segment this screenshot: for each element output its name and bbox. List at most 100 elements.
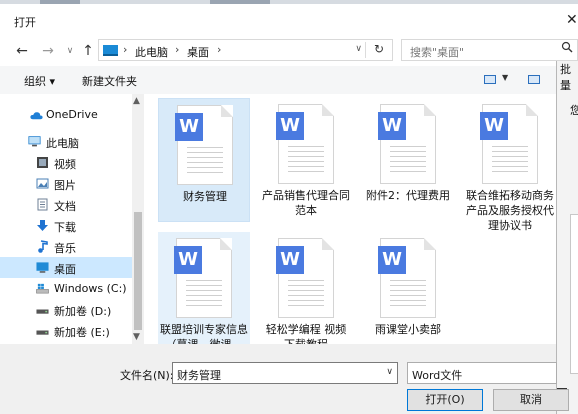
sidebar-item-label: OneDrive — [46, 108, 98, 121]
drive-icon — [36, 309, 49, 314]
file-name: 联合维拓移动商务产品及服务授权代理协议书 — [466, 189, 554, 232]
change-view-icon[interactable] — [484, 75, 496, 84]
sidebar-item-drive-e[interactable]: 新加卷 (E:) — [0, 320, 132, 341]
word-badge: W — [175, 113, 203, 141]
search-input[interactable]: 搜索"桌面" — [401, 39, 578, 61]
sidebar-item-onedrive[interactable]: OneDrive — [0, 104, 132, 125]
sidebar-item-label: Windows (C:) — [54, 282, 127, 295]
sidebar-item-music[interactable]: 音乐 — [0, 236, 132, 257]
file-name: 雨课堂小卖部 — [375, 323, 441, 336]
drive-icon — [36, 330, 49, 335]
view-options-dropdown[interactable]: ▼ — [502, 73, 508, 82]
file-tile[interactable]: W 财务管理 — [158, 98, 250, 222]
search-icon[interactable] — [561, 41, 573, 53]
breadcrumb-separator[interactable]: › — [217, 43, 221, 56]
sidebar-item-label: 视频 — [54, 158, 76, 171]
sidebar-item-documents[interactable]: 文档 — [0, 194, 132, 215]
open-file-dialog: 打开 ← → ∨ ↑ › 此电脑 › 桌面 › ∨ ↻ 搜索"桌面" 组织 ▾ … — [0, 4, 578, 414]
dialog-title: 打开 — [14, 16, 36, 29]
sidebar-item-label: 下载 — [54, 221, 76, 234]
file-name: 轻松学编程 视频下载教程 — [265, 323, 347, 344]
background-window-panel: 批量 您 — [556, 58, 578, 414]
cloud-icon — [30, 112, 43, 120]
sidebar-item-this-pc[interactable]: 此电脑 — [0, 131, 132, 152]
new-folder-button[interactable]: 新建文件夹 — [82, 73, 137, 89]
breadcrumb-separator[interactable]: › — [175, 43, 179, 56]
breadcrumb-this-pc[interactable]: 此电脑 — [135, 44, 168, 60]
navigation-scrollbar[interactable]: ▲ ▼ — [132, 94, 144, 344]
video-icon — [37, 157, 48, 168]
file-tile[interactable]: W 产品销售代理合同范本 — [260, 98, 352, 222]
close-icon[interactable]: ✕ — [566, 12, 578, 28]
sidebar-item-videos[interactable]: 视频 — [0, 152, 132, 173]
scroll-up-icon[interactable]: ▲ — [133, 96, 140, 106]
file-name: 联盟培训专家信息（慕课、微课、录... — [160, 323, 248, 344]
cancel-button[interactable]: 取消 — [493, 389, 569, 411]
file-tile[interactable]: W 联合维拓移动商务产品及服务授权代理协议书 — [464, 98, 556, 232]
filename-label: 文件名(N): — [120, 369, 174, 382]
file-name: 产品销售代理合同范本 — [262, 189, 350, 217]
file-tile[interactable]: W 附件2：代理费用 — [362, 98, 454, 222]
filename-value[interactable]: 财务管理 — [177, 367, 221, 383]
back-button[interactable]: ← — [14, 43, 30, 59]
file-tile[interactable]: W 轻松学编程 视频下载教程 — [260, 232, 352, 344]
word-document-icon: W — [175, 105, 233, 185]
breadcrumb-separator[interactable]: › — [123, 43, 127, 56]
sidebar-item-label: 音乐 — [54, 242, 76, 255]
file-tile[interactable]: W 联盟培训专家信息（慕课、微课、录... — [158, 232, 250, 344]
background-panel-box — [570, 214, 578, 374]
sidebar-item-pictures[interactable]: 图片 — [0, 173, 132, 194]
address-bar[interactable]: › 此电脑 › 桌面 › ∨ ↻ — [98, 39, 393, 61]
sidebar-item-drive-d[interactable]: 新加卷 (D:) — [0, 299, 132, 320]
search-placeholder: 搜索"桌面" — [410, 46, 465, 59]
word-badge: W — [276, 112, 304, 140]
file-name: 财务管理 — [183, 190, 227, 203]
dialog-footer: 文件名(N): 财务管理 ∨ Word文件 打开(O) 取消 — [0, 344, 569, 414]
navigation-bar: ← → ∨ ↑ › 此电脑 › 桌面 › ∨ ↻ 搜索"桌面" — [0, 36, 578, 66]
computer-icon — [28, 136, 41, 147]
word-document-icon: W — [378, 104, 436, 184]
computer-icon — [103, 45, 118, 56]
sidebar-item-windows-c[interactable]: Windows (C:) — [0, 278, 132, 299]
picture-icon — [36, 178, 49, 189]
breadcrumb-desktop[interactable]: 桌面 — [187, 44, 209, 60]
address-divider — [365, 42, 366, 58]
windows-drive-icon — [36, 283, 49, 294]
scrollbar-thumb[interactable] — [134, 212, 142, 330]
word-document-icon: W — [276, 104, 334, 184]
navigation-pane: OneDrive 此电脑 视频 图片 文档 下载 音乐 桌面 Windows (… — [0, 94, 144, 344]
file-name: 附件2：代理费用 — [366, 189, 450, 202]
refresh-button[interactable]: ↻ — [374, 42, 384, 56]
sidebar-item-label: 新加卷 (E:) — [54, 326, 110, 339]
forward-button[interactable]: → — [40, 43, 56, 59]
sidebar-item-downloads[interactable]: 下载 — [0, 215, 132, 236]
desktop-icon — [36, 262, 49, 273]
word-badge: W — [378, 246, 406, 274]
address-dropdown-button[interactable]: ∨ — [355, 44, 362, 54]
sidebar-item-label: 桌面 — [54, 263, 76, 276]
word-document-icon: W — [174, 238, 232, 318]
filename-history-dropdown[interactable]: ∨ — [386, 367, 393, 377]
scroll-down-icon[interactable]: ▼ — [133, 332, 140, 342]
dialog-titlebar: 打开 — [0, 4, 578, 36]
filetype-select[interactable]: Word文件 — [407, 362, 557, 384]
sidebar-item-label: 图片 — [54, 179, 76, 192]
sidebar-item-desktop[interactable]: 桌面 — [0, 257, 132, 278]
organize-menu[interactable]: 组织 ▾ — [24, 73, 55, 89]
file-tile[interactable]: W 雨课堂小卖部 — [362, 232, 454, 344]
word-badge: W — [480, 112, 508, 140]
word-document-icon: W — [276, 238, 334, 318]
filename-input[interactable]: 财务管理 ∨ — [172, 362, 398, 384]
background-panel-text: 您 — [570, 104, 578, 117]
preview-pane-icon[interactable] — [528, 75, 540, 84]
word-document-icon: W — [378, 238, 436, 318]
word-badge: W — [174, 246, 202, 274]
filetype-value[interactable]: Word文件 — [412, 367, 462, 383]
up-button[interactable]: ↑ — [80, 43, 96, 59]
file-list-view: W 财务管理 W 产品销售代理合同范本 W 附件2：代理费用 W 联合维拓移动商… — [150, 94, 556, 344]
sidebar-item-label: 新加卷 (D:) — [54, 305, 112, 318]
open-button[interactable]: 打开(O) — [407, 389, 483, 411]
word-badge: W — [378, 112, 406, 140]
recent-locations-button[interactable]: ∨ — [62, 43, 78, 59]
sidebar-item-label: 文档 — [54, 200, 76, 213]
